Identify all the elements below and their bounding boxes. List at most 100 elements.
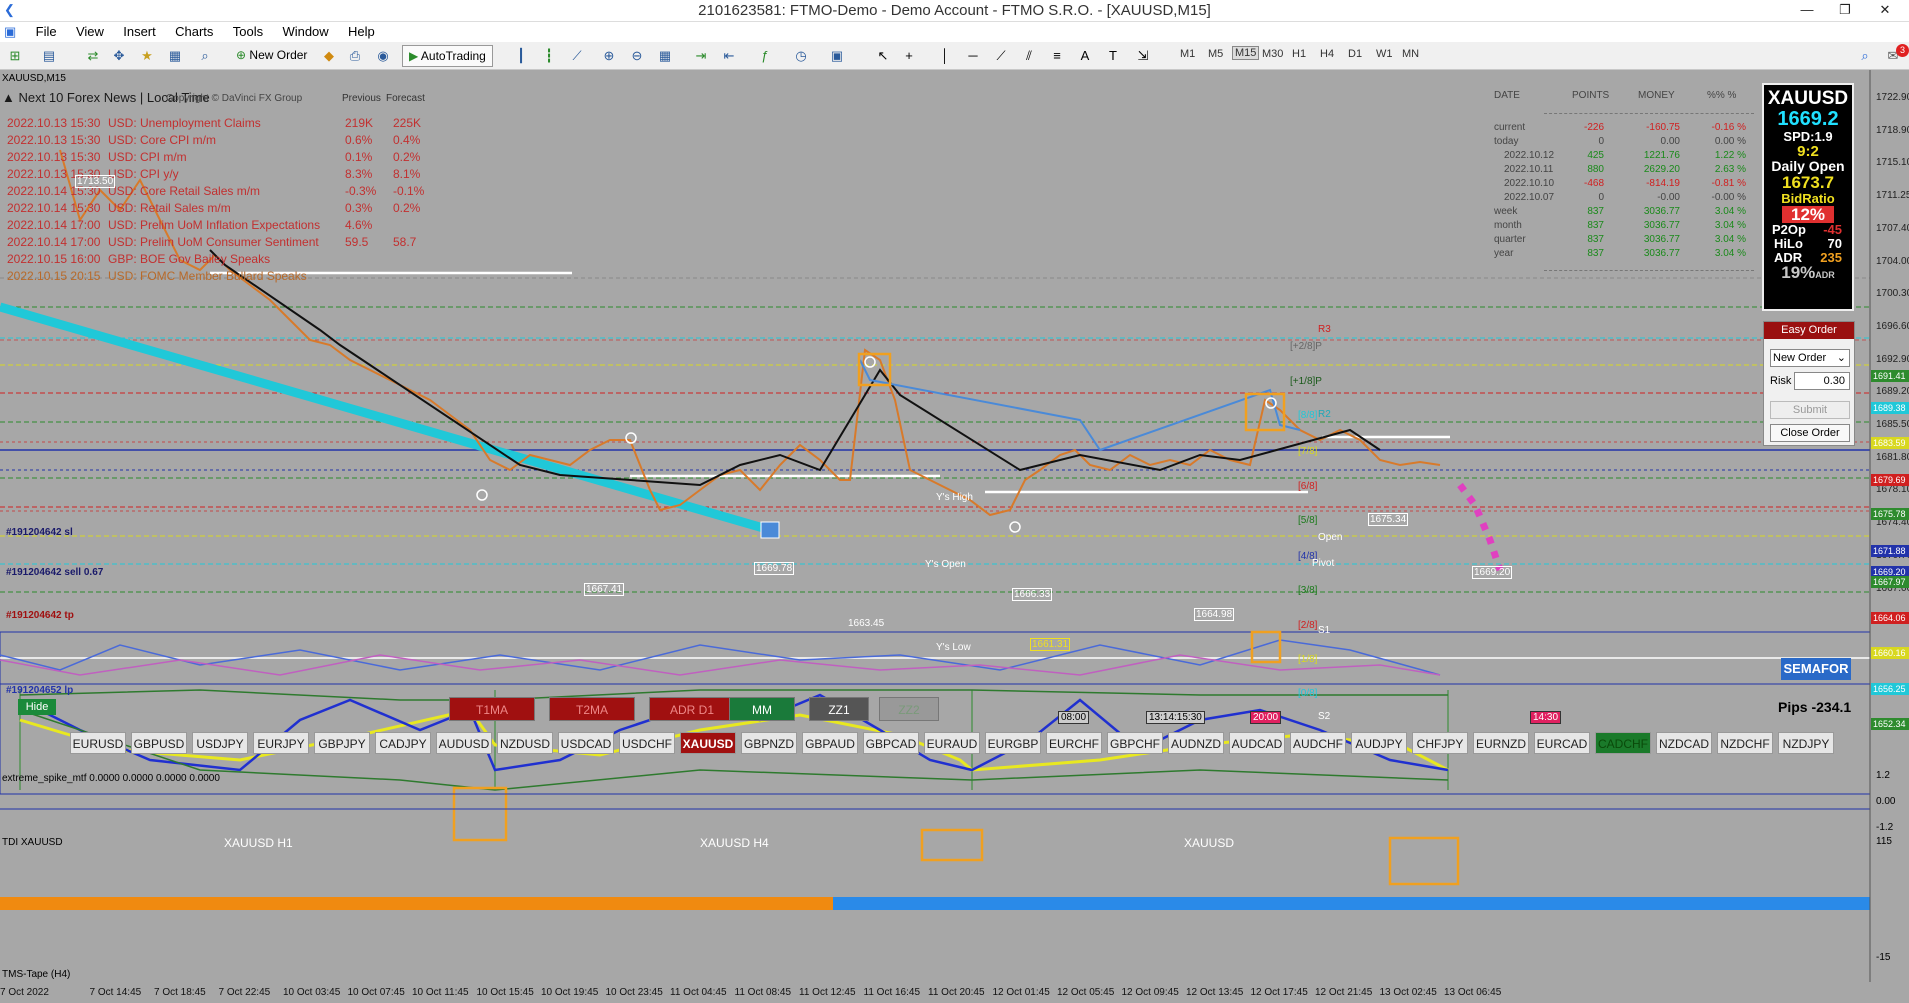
indicators-icon[interactable]: ƒ — [756, 47, 774, 65]
order-tp-label[interactable]: #191204642 tp — [6, 610, 74, 621]
t2ma-button[interactable]: T2MA — [549, 697, 635, 721]
menu-file[interactable]: File — [28, 22, 65, 41]
symbol-tab-usdjpy[interactable]: USDJPY — [192, 732, 248, 754]
channel-icon[interactable]: ⫽ — [1020, 47, 1038, 65]
menu-window[interactable]: Window — [274, 22, 336, 41]
crosshair-icon[interactable]: + — [900, 47, 918, 65]
new-chart-icon[interactable]: ⊞ — [6, 47, 24, 65]
text-icon[interactable]: A — [1076, 47, 1094, 65]
hide-button[interactable]: Hide — [18, 699, 56, 715]
symbol-tab-audusd[interactable]: AUDUSD — [436, 732, 492, 754]
tile-windows-icon[interactable]: ▦ — [656, 47, 674, 65]
symbol-tab-usdcad[interactable]: USDCAD — [558, 732, 614, 754]
profiles-icon[interactable]: ▤ — [40, 47, 58, 65]
strategy-tester-icon[interactable]: ⌕ — [196, 47, 214, 65]
symbol-tab-gbpusd[interactable]: GBPUSD — [131, 732, 187, 754]
symbol-tab-euraud[interactable]: EURAUD — [924, 732, 980, 754]
symbol-tab-gbpjpy[interactable]: GBPJPY — [314, 732, 370, 754]
tf-d1[interactable]: D1 — [1348, 48, 1362, 60]
menu-view[interactable]: View — [68, 22, 112, 41]
autotrading-button[interactable]: ▶ AutoTrading — [402, 45, 493, 67]
symbol-tab-eurusd[interactable]: EURUSD — [70, 732, 126, 754]
symbol-tab-chfjpy[interactable]: CHFJPY — [1412, 732, 1468, 754]
order-sell-label[interactable]: #191204642 sell 0.67 — [6, 567, 103, 578]
close-button[interactable]: ✕ — [1866, 0, 1904, 22]
symbol-tab-gbpchf[interactable]: GBPCHF — [1107, 732, 1163, 754]
adr-d1-button[interactable]: ADR D1 — [649, 697, 735, 721]
tf-mn[interactable]: MN — [1402, 48, 1419, 60]
tf-h1[interactable]: H1 — [1292, 48, 1306, 60]
symbol-tab-audcad[interactable]: AUDCAD — [1229, 732, 1285, 754]
t1ma-button[interactable]: T1MA — [449, 697, 535, 721]
bar-chart-icon[interactable]: ┃ — [512, 47, 530, 65]
autoscroll-icon[interactable]: ⇥ — [692, 47, 710, 65]
text-label-icon[interactable]: T — [1104, 47, 1122, 65]
line-chart-icon[interactable]: ⟋ — [568, 47, 586, 65]
signals-icon[interactable]: ◉ — [374, 47, 392, 65]
menu-insert[interactable]: Insert — [115, 22, 164, 41]
symbol-tab-gbpcad[interactable]: GBPCAD — [863, 732, 919, 754]
horizontal-line-icon[interactable]: ─ — [964, 47, 982, 65]
symbol-tab-nzdcad[interactable]: NZDCAD — [1656, 732, 1712, 754]
price-level-box: 1671.88 — [1871, 545, 1909, 557]
new-order-button[interactable]: ⊕ New Order — [230, 45, 313, 67]
terminal-icon[interactable]: ▦ — [166, 47, 184, 65]
symbol-tab-eurchf[interactable]: EURCHF — [1046, 732, 1102, 754]
tf-w1[interactable]: W1 — [1376, 48, 1393, 60]
fibonacci-icon[interactable]: ≡ — [1048, 47, 1066, 65]
candlestick-icon[interactable]: ┇ — [540, 47, 558, 65]
order-lp-label[interactable]: #191204652 lp — [6, 685, 73, 696]
order-type-select[interactable]: New Order ⌄ — [1770, 349, 1850, 367]
chart-shift-icon[interactable]: ⇤ — [720, 47, 738, 65]
symbol-tab-audjpy[interactable]: AUDJPY — [1351, 732, 1407, 754]
zoom-in-icon[interactable]: ⊕ — [600, 47, 618, 65]
periods-icon[interactable]: ◷ — [792, 47, 810, 65]
vertical-line-icon[interactable]: │ — [936, 47, 954, 65]
print-icon[interactable]: ⎙ — [346, 47, 364, 65]
zz2-button[interactable]: ZZ2 — [879, 697, 939, 721]
zoom-out-icon[interactable]: ⊖ — [628, 47, 646, 65]
tf-m15[interactable]: M15 — [1232, 46, 1260, 60]
market-watch-icon[interactable]: ⇄ — [84, 47, 102, 65]
close-order-button[interactable]: Close Order — [1770, 424, 1850, 442]
semafor-button[interactable]: SEMAFOR — [1781, 658, 1851, 680]
symbol-tab-cadchf[interactable]: CADCHF — [1595, 732, 1651, 754]
symbol-tab-nzdchf[interactable]: NZDCHF — [1717, 732, 1773, 754]
menu-help[interactable]: Help — [340, 22, 383, 41]
mm-button[interactable]: MM — [729, 697, 795, 721]
trendline-icon[interactable]: ⟋ — [992, 47, 1010, 65]
metaeditor-icon[interactable]: ◆ — [320, 47, 338, 65]
symbol-tab-nzdjpy[interactable]: NZDJPY — [1778, 732, 1834, 754]
tf-m30[interactable]: M30 — [1262, 48, 1283, 60]
navigator-icon[interactable]: ★ — [138, 47, 156, 65]
arrows-icon[interactable]: ⇲ — [1134, 47, 1152, 65]
order-sl-label[interactable]: #191204642 sl — [6, 527, 73, 538]
data-window-icon[interactable]: ✥ — [110, 47, 128, 65]
symbol-tab-eurcad[interactable]: EURCAD — [1534, 732, 1590, 754]
symbol-tab-xauusd[interactable]: XAUUSD — [680, 732, 736, 754]
doc-icon[interactable]: ▣ — [0, 22, 24, 42]
symbol-tab-eurnzd[interactable]: EURNZD — [1473, 732, 1529, 754]
maximize-button[interactable]: ❐ — [1826, 0, 1864, 22]
tf-h4[interactable]: H4 — [1320, 48, 1334, 60]
symbol-tab-gbpnzd[interactable]: GBPNZD — [741, 732, 797, 754]
symbol-tab-eurgbp[interactable]: EURGBP — [985, 732, 1041, 754]
templates-icon[interactable]: ▣ — [828, 47, 846, 65]
symbol-tab-cadjpy[interactable]: CADJPY — [375, 732, 431, 754]
tf-m5[interactable]: M5 — [1208, 48, 1223, 60]
symbol-tab-nzdusd[interactable]: NZDUSD — [497, 732, 553, 754]
search-icon[interactable]: ⌕ — [1856, 47, 1874, 65]
minimize-button[interactable]: — — [1788, 0, 1826, 22]
zz1-button[interactable]: ZZ1 — [809, 697, 869, 721]
symbol-tab-audnzd[interactable]: AUDNZD — [1168, 732, 1224, 754]
risk-input[interactable]: 0.30 — [1794, 372, 1850, 390]
menu-tools[interactable]: Tools — [225, 22, 271, 41]
symbol-tab-audchf[interactable]: AUDCHF — [1290, 732, 1346, 754]
submit-button[interactable]: Submit — [1770, 401, 1850, 419]
menu-charts[interactable]: Charts — [167, 22, 221, 41]
symbol-tab-eurjpy[interactable]: EURJPY — [253, 732, 309, 754]
cursor-icon[interactable]: ↖ — [874, 47, 892, 65]
tf-m1[interactable]: M1 — [1180, 48, 1195, 60]
symbol-tab-usdchf[interactable]: USDCHF — [619, 732, 675, 754]
symbol-tab-gbpaud[interactable]: GBPAUD — [802, 732, 858, 754]
